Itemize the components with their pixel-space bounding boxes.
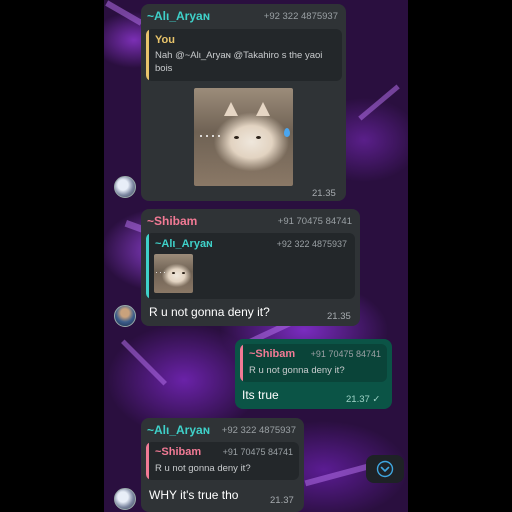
message-text: Its true: [242, 388, 279, 402]
message-text: R u not gonna deny it?: [149, 305, 270, 319]
cat-photo-thumbnail[interactable]: [154, 254, 193, 293]
quote-sender: ~Alι_Aryaɴ: [155, 238, 213, 250]
message-text: WHY it's true tho: [149, 488, 239, 502]
message-bubble[interactable]: ~Shibam +91 70475 84741 ~Alι_Aryaɴ +92 3…: [141, 209, 360, 326]
cat-photo[interactable]: [194, 88, 293, 186]
quote-sender: ~Shibam: [155, 446, 202, 458]
message-time: 21.35: [327, 311, 351, 322]
reply-quote[interactable]: ~Alι_Aryaɴ +92 322 4875937: [146, 233, 355, 299]
quote-text: R u not gonna deny it?: [249, 365, 345, 376]
message-time: 21.37 ✓: [346, 394, 381, 405]
quote-sender: ~Shibam: [249, 348, 296, 360]
quote-phone: +91 70475 84741: [222, 447, 293, 457]
quote-phone: +91 70475 84741: [310, 349, 381, 359]
sender-phone: +91 70475 84741: [277, 216, 352, 227]
sender-name[interactable]: ~Alι_Aryaɴ: [147, 423, 210, 437]
chevron-down-icon: [376, 460, 394, 478]
avatar[interactable]: [114, 305, 136, 327]
sender-phone: +92 322 4875937: [221, 425, 296, 436]
sender-name[interactable]: ~Shibam: [147, 214, 197, 228]
sender-name[interactable]: ~Alι_Aryaɴ: [147, 9, 210, 23]
message-time: 21.37: [270, 495, 294, 506]
chat-screen: ~Alι_Aryaɴ +92 322 4875937 You Nah @~Alι…: [0, 0, 512, 512]
avatar[interactable]: [114, 488, 136, 510]
tear-drop-icon: [284, 128, 290, 137]
message-bubble-outgoing[interactable]: ~Shibam +91 70475 84741 R u not gonna de…: [235, 339, 392, 409]
reply-quote[interactable]: ~Shibam +91 70475 84741 R u not gonna de…: [240, 344, 387, 382]
quote-sender: You: [155, 34, 175, 46]
reply-quote[interactable]: You Nah @~Alι_Aryaɴ @Takahiro s the yaoi…: [146, 29, 342, 81]
sender-phone: +92 322 4875937: [263, 11, 338, 22]
scroll-to-bottom-button[interactable]: [366, 455, 404, 483]
message-bubble[interactable]: ~Alι_Aryaɴ +92 322 4875937 ~Shibam +91 7…: [141, 418, 304, 512]
reply-quote[interactable]: ~Shibam +91 70475 84741 R u not gonna de…: [146, 442, 299, 480]
quote-text: Nah @~Alι_Aryaɴ @Takahiro s the yaoi boi…: [155, 50, 323, 74]
message-time: 21.35: [312, 188, 336, 199]
message-bubble[interactable]: ~Alι_Aryaɴ +92 322 4875937 You Nah @~Alι…: [141, 4, 346, 201]
quote-text: R u not gonna deny it?: [155, 463, 251, 474]
avatar[interactable]: [114, 176, 136, 198]
quote-phone: +92 322 4875937: [276, 239, 347, 249]
